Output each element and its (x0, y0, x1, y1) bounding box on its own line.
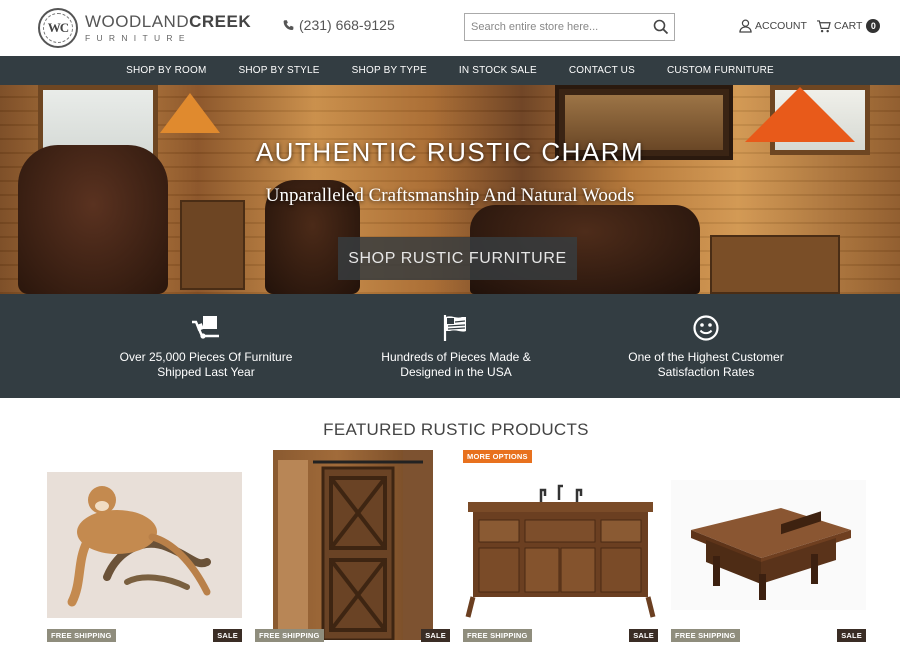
account-link[interactable]: ACCOUNT (739, 19, 807, 33)
feature-satisfaction-line1: One of the Highest Customer (628, 350, 784, 364)
main-nav: SHOP BY ROOM SHOP BY STYLE SHOP BY TYPE … (0, 56, 900, 85)
sale-badge: SALE (421, 629, 450, 642)
product-card[interactable]: FREE SHIPPING SALE (671, 450, 866, 650)
product-card[interactable]: MORE OPTIONS FREE SHIPPING SALE (463, 450, 658, 650)
search-input[interactable] (465, 14, 645, 40)
free-shipping-badge: FREE SHIPPING (671, 629, 740, 642)
cart-count-badge: 0 (866, 19, 881, 33)
logo-tagline: FURNITURE (85, 33, 191, 44)
site-header: WC WOODLANDCREEK FURNITURE (231) 668-912… (0, 0, 900, 56)
phone-number: (231) 668-9125 (299, 17, 395, 33)
logo-emblem-icon: WC (38, 8, 78, 48)
nav-contact-us[interactable]: CONTACT US (569, 65, 635, 76)
logo-name-bold: CREEK (189, 12, 252, 32)
product-image-mountain-lion[interactable] (47, 472, 242, 618)
product-image-barn-door[interactable] (273, 450, 433, 642)
free-shipping-badge: FREE SHIPPING (47, 629, 116, 642)
hero-lamp-right (745, 87, 855, 142)
hero-title: AUTHENTIC RUSTIC CHARM (255, 137, 645, 167)
shop-rustic-furniture-button[interactable]: SHOP RUSTIC FURNITURE (338, 237, 577, 280)
phone-link[interactable]: (231) 668-9125 (282, 17, 395, 33)
free-shipping-badge: FREE SHIPPING (255, 629, 324, 642)
feature-usa-text: Hundreds of Pieces Made & Designed in th… (346, 350, 566, 380)
product-image-vanity[interactable] (463, 472, 658, 622)
nav-custom-furniture[interactable]: CUSTOM FURNITURE (667, 65, 774, 76)
logo-monogram: WC (47, 20, 69, 35)
feature-usa-line2: Designed in the USA (400, 365, 512, 379)
nav-shop-by-type[interactable]: SHOP BY TYPE (352, 65, 427, 76)
sale-badge: SALE (629, 629, 658, 642)
cart-label: CART (834, 20, 863, 32)
nav-in-stock-sale[interactable]: IN STOCK SALE (459, 65, 537, 76)
product-card[interactable]: FREE SHIPPING SALE (255, 450, 450, 650)
usa-flag-icon (442, 314, 470, 347)
featured-products-title: FEATURED RUSTIC PRODUCTS (323, 420, 589, 439)
shipping-dolly-icon (190, 314, 222, 345)
logo-wordmark: WOODLANDCREEK FURNITURE (85, 13, 251, 43)
product-image-coffee-table[interactable] (671, 480, 866, 610)
logo-name-light: WOODLAND (85, 12, 190, 32)
hero-subtitle: Unparalleled Craftsmanship And Natural W… (265, 185, 635, 206)
feature-satisfaction-text: One of the Highest Customer Satisfaction… (596, 350, 816, 380)
feature-satisfaction-line2: Satisfaction Rates (657, 365, 755, 379)
sale-badge: SALE (837, 629, 866, 642)
smiley-face-icon (692, 314, 720, 347)
phone-icon (283, 19, 294, 30)
feature-shipped-text: Over 25,000 Pieces Of Furniture Shipped … (96, 350, 316, 380)
account-label: ACCOUNT (755, 20, 807, 32)
nav-shop-by-room[interactable]: SHOP BY ROOM (126, 65, 206, 76)
nav-shop-by-style[interactable]: SHOP BY STYLE (239, 65, 320, 76)
hero-lamp-left (160, 93, 220, 133)
shopping-cart-icon (817, 19, 831, 32)
hero-end-table-left (180, 200, 245, 290)
feature-usa-line1: Hundreds of Pieces Made & (381, 350, 531, 364)
feature-shipped-line2: Shipped Last Year (157, 365, 255, 379)
hero-end-table-right (710, 235, 840, 294)
more-options-badge[interactable]: MORE OPTIONS (463, 450, 532, 463)
product-card[interactable]: FREE SHIPPING SALE (47, 450, 242, 650)
user-icon (739, 19, 752, 33)
sale-badge: SALE (213, 629, 242, 642)
free-shipping-badge: FREE SHIPPING (463, 629, 532, 642)
hero-banner[interactable]: AUTHENTIC RUSTIC CHARM Unparalleled Craf… (0, 85, 900, 294)
cart-link[interactable]: CART 0 (816, 19, 881, 33)
features-bar: Over 25,000 Pieces Of Furniture Shipped … (0, 294, 900, 398)
feature-shipped-line1: Over 25,000 Pieces Of Furniture (119, 350, 293, 364)
search-icon[interactable] (653, 19, 669, 40)
site-logo[interactable]: WC WOODLANDCREEK FURNITURE (38, 8, 251, 48)
search-box (464, 13, 675, 41)
